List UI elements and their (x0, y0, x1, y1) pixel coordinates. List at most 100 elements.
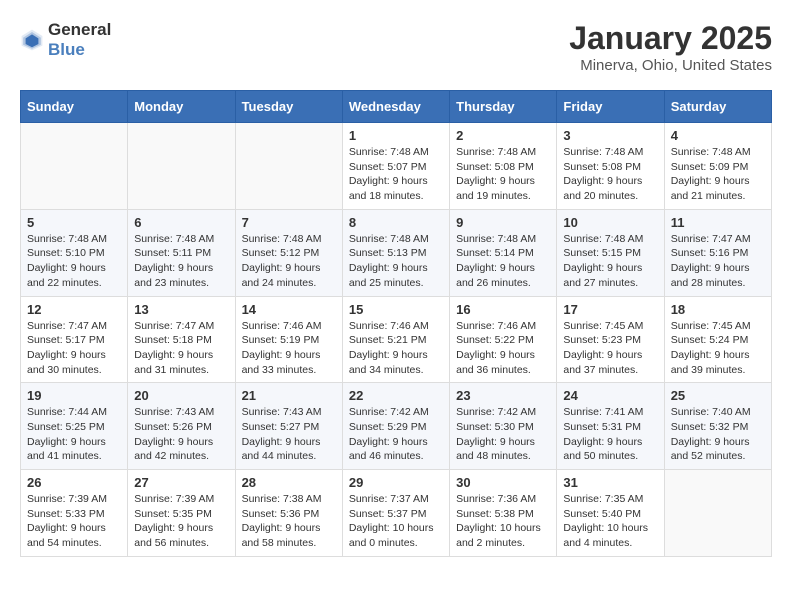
day-number: 6 (134, 215, 228, 230)
day-info: Sunrise: 7:48 AM Sunset: 5:08 PM Dayligh… (456, 145, 550, 204)
day-number: 11 (671, 215, 765, 230)
calendar-cell: 5Sunrise: 7:48 AM Sunset: 5:10 PM Daylig… (21, 209, 128, 296)
day-number: 1 (349, 128, 443, 143)
day-number: 15 (349, 302, 443, 317)
day-number: 17 (563, 302, 657, 317)
month-title: January 2025 (569, 20, 772, 57)
day-number: 5 (27, 215, 121, 230)
calendar-cell: 18 Sunrise: 7:45 AM Sunset: 5:24 PM Dayli… (664, 296, 771, 383)
weekday-header-friday: Friday (557, 91, 664, 123)
calendar-week-4: 19 Sunrise: 7:44 AM Sunset: 5:25 PM Dayli… (21, 383, 772, 470)
calendar-cell: 13 Sunrise: 7:47 AM Sunset: 5:18 PM Dayli… (128, 296, 235, 383)
title-block: January 2025 Minerva, Ohio, United State… (569, 20, 772, 74)
day-info: Sunrise: 7:48 AM Sunset: 5:15 PM Dayligh… (563, 232, 657, 291)
day-number: 8 (349, 215, 443, 230)
calendar-cell (235, 123, 342, 210)
day-info: Sunrise: 7:47 AM Sunset: 5:17 PM Dayligh… (27, 319, 121, 378)
day-number: 2 (456, 128, 550, 143)
logo-blue: Blue (48, 40, 85, 59)
calendar-cell: 19 Sunrise: 7:44 AM Sunset: 5:25 PM Dayli… (21, 383, 128, 470)
day-info: Sunrise: 7:45 AM Sunset: 5:23 PM Dayligh… (563, 319, 657, 378)
day-info: Sunrise: 7:47 AM Sunset: 5:18 PM Dayligh… (134, 319, 228, 378)
day-number: 22 (349, 388, 443, 403)
weekday-header-thursday: Thursday (450, 91, 557, 123)
day-info: Sunrise: 7:43 AM Sunset: 5:27 PM Dayligh… (242, 405, 336, 464)
day-info: Sunrise: 7:42 AM Sunset: 5:29 PM Dayligh… (349, 405, 443, 464)
calendar-cell (664, 470, 771, 557)
day-number: 18 (671, 302, 765, 317)
day-number: 10 (563, 215, 657, 230)
calendar-cell: 14Sunrise: 7:46 AM Sunset: 5:19 PM Dayli… (235, 296, 342, 383)
day-number: 16 (456, 302, 550, 317)
calendar-cell: 8 Sunrise: 7:48 AM Sunset: 5:13 PM Daylig… (342, 209, 449, 296)
calendar-cell: 28Sunrise: 7:38 AM Sunset: 5:36 PM Dayli… (235, 470, 342, 557)
day-info: Sunrise: 7:48 AM Sunset: 5:08 PM Dayligh… (563, 145, 657, 204)
calendar-week-2: 5Sunrise: 7:48 AM Sunset: 5:10 PM Daylig… (21, 209, 772, 296)
page-header: General Blue January 2025 Minerva, Ohio,… (20, 20, 772, 74)
day-number: 26 (27, 475, 121, 490)
weekday-header-row: SundayMondayTuesdayWednesdayThursdayFrid… (21, 91, 772, 123)
day-number: 25 (671, 388, 765, 403)
day-number: 4 (671, 128, 765, 143)
day-info: Sunrise: 7:36 AM Sunset: 5:38 PM Dayligh… (456, 492, 550, 551)
calendar-cell: 26Sunrise: 7:39 AM Sunset: 5:33 PM Dayli… (21, 470, 128, 557)
day-info: Sunrise: 7:48 AM Sunset: 5:11 PM Dayligh… (134, 232, 228, 291)
logo: General Blue (20, 20, 111, 60)
calendar-cell: 4Sunrise: 7:48 AM Sunset: 5:09 PM Daylig… (664, 123, 771, 210)
day-number: 28 (242, 475, 336, 490)
day-number: 13 (134, 302, 228, 317)
day-info: Sunrise: 7:44 AM Sunset: 5:25 PM Dayligh… (27, 405, 121, 464)
calendar-cell: 7 Sunrise: 7:48 AM Sunset: 5:12 PM Daylig… (235, 209, 342, 296)
day-number: 30 (456, 475, 550, 490)
day-number: 19 (27, 388, 121, 403)
day-info: Sunrise: 7:35 AM Sunset: 5:40 PM Dayligh… (563, 492, 657, 551)
day-info: Sunrise: 7:48 AM Sunset: 5:12 PM Dayligh… (242, 232, 336, 291)
calendar-cell: 6 Sunrise: 7:48 AM Sunset: 5:11 PM Daylig… (128, 209, 235, 296)
weekday-header-sunday: Sunday (21, 91, 128, 123)
weekday-header-tuesday: Tuesday (235, 91, 342, 123)
weekday-header-wednesday: Wednesday (342, 91, 449, 123)
day-info: Sunrise: 7:48 AM Sunset: 5:07 PM Dayligh… (349, 145, 443, 204)
day-info: Sunrise: 7:45 AM Sunset: 5:24 PM Dayligh… (671, 319, 765, 378)
calendar-cell: 31 Sunrise: 7:35 AM Sunset: 5:40 PM Dayli… (557, 470, 664, 557)
calendar-table: SundayMondayTuesdayWednesdayThursdayFrid… (20, 90, 772, 557)
calendar-cell: 29Sunrise: 7:37 AM Sunset: 5:37 PM Dayli… (342, 470, 449, 557)
day-info: Sunrise: 7:43 AM Sunset: 5:26 PM Dayligh… (134, 405, 228, 464)
day-number: 7 (242, 215, 336, 230)
day-info: Sunrise: 7:46 AM Sunset: 5:21 PM Dayligh… (349, 319, 443, 378)
day-info: Sunrise: 7:47 AM Sunset: 5:16 PM Dayligh… (671, 232, 765, 291)
calendar-cell: 21 Sunrise: 7:43 AM Sunset: 5:27 PM Dayli… (235, 383, 342, 470)
logo-general: General (48, 20, 111, 39)
logo-text: General Blue (48, 20, 111, 60)
calendar-cell (21, 123, 128, 210)
calendar-week-5: 26Sunrise: 7:39 AM Sunset: 5:33 PM Dayli… (21, 470, 772, 557)
calendar-cell: 23 Sunrise: 7:42 AM Sunset: 5:30 PM Dayli… (450, 383, 557, 470)
calendar-cell: 30 Sunrise: 7:36 AM Sunset: 5:38 PM Dayli… (450, 470, 557, 557)
calendar-cell: 10 Sunrise: 7:48 AM Sunset: 5:15 PM Dayli… (557, 209, 664, 296)
calendar-cell: 16 Sunrise: 7:46 AM Sunset: 5:22 PM Dayli… (450, 296, 557, 383)
day-info: Sunrise: 7:40 AM Sunset: 5:32 PM Dayligh… (671, 405, 765, 464)
day-info: Sunrise: 7:46 AM Sunset: 5:22 PM Dayligh… (456, 319, 550, 378)
day-number: 27 (134, 475, 228, 490)
calendar-cell (128, 123, 235, 210)
day-info: Sunrise: 7:42 AM Sunset: 5:30 PM Dayligh… (456, 405, 550, 464)
calendar-cell: 17 Sunrise: 7:45 AM Sunset: 5:23 PM Dayli… (557, 296, 664, 383)
calendar-cell: 25 Sunrise: 7:40 AM Sunset: 5:32 PM Dayli… (664, 383, 771, 470)
calendar-cell: 22 Sunrise: 7:42 AM Sunset: 5:29 PM Dayli… (342, 383, 449, 470)
day-info: Sunrise: 7:37 AM Sunset: 5:37 PM Dayligh… (349, 492, 443, 551)
weekday-header-saturday: Saturday (664, 91, 771, 123)
day-number: 12 (27, 302, 121, 317)
calendar-cell: 20Sunrise: 7:43 AM Sunset: 5:26 PM Dayli… (128, 383, 235, 470)
logo-icon (20, 28, 44, 52)
location-title: Minerva, Ohio, United States (569, 57, 772, 74)
calendar-week-3: 12 Sunrise: 7:47 AM Sunset: 5:17 PM Dayli… (21, 296, 772, 383)
calendar-cell: 24Sunrise: 7:41 AM Sunset: 5:31 PM Dayli… (557, 383, 664, 470)
calendar-cell: 9Sunrise: 7:48 AM Sunset: 5:14 PM Daylig… (450, 209, 557, 296)
day-number: 31 (563, 475, 657, 490)
day-number: 23 (456, 388, 550, 403)
day-number: 21 (242, 388, 336, 403)
day-info: Sunrise: 7:48 AM Sunset: 5:13 PM Dayligh… (349, 232, 443, 291)
day-number: 9 (456, 215, 550, 230)
calendar-cell: 12 Sunrise: 7:47 AM Sunset: 5:17 PM Dayli… (21, 296, 128, 383)
day-number: 3 (563, 128, 657, 143)
